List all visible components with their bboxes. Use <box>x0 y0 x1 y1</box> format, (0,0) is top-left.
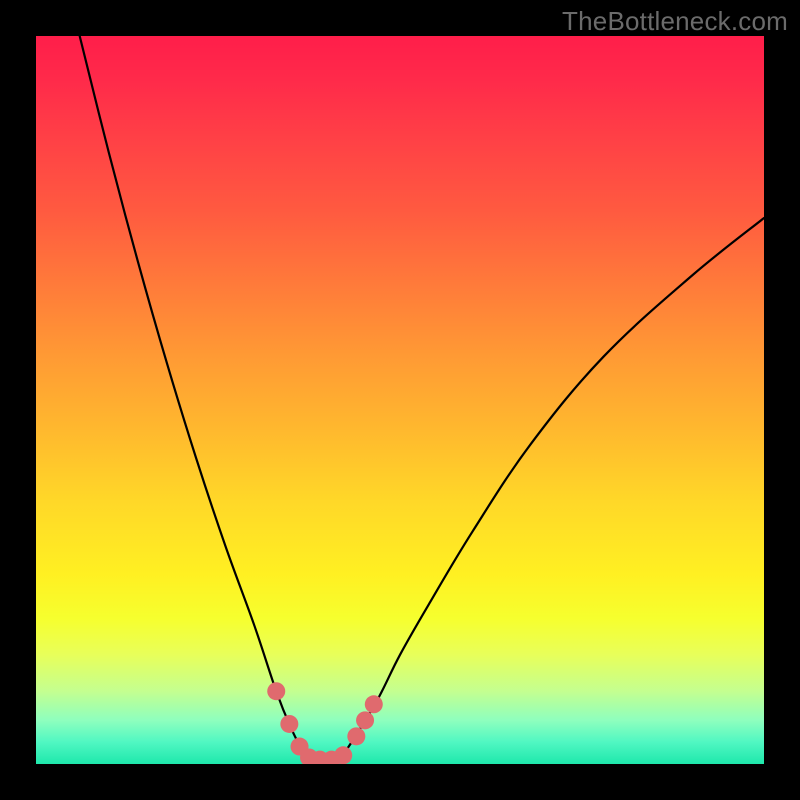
data-marker <box>365 695 383 713</box>
data-marker <box>334 746 352 764</box>
marker-group <box>267 682 383 764</box>
data-marker <box>356 711 374 729</box>
data-marker <box>280 715 298 733</box>
curve-layer <box>36 36 764 764</box>
data-marker <box>267 682 285 700</box>
left-limb-curve <box>80 36 306 757</box>
chart-frame: TheBottleneck.com <box>0 0 800 800</box>
right-limb-curve <box>342 218 764 757</box>
data-marker <box>347 727 365 745</box>
watermark-text: TheBottleneck.com <box>562 6 788 37</box>
plot-area <box>36 36 764 764</box>
